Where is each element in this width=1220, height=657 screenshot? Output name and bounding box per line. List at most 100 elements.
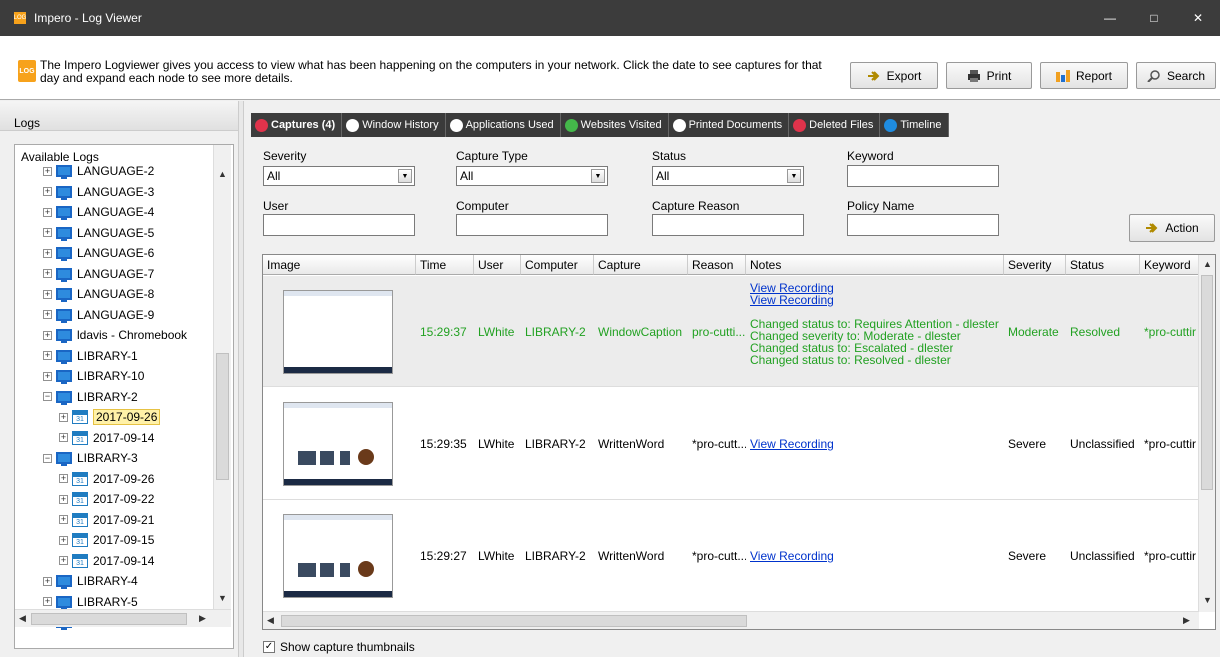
tree-item-computer[interactable]: + LANGUAGE-7: [43, 264, 154, 284]
expand-icon[interactable]: +: [43, 576, 52, 586]
expand-icon[interactable]: +: [59, 433, 68, 442]
tab-captures-4[interactable]: Captures (4): [251, 113, 343, 137]
column-header-user[interactable]: User: [474, 255, 521, 275]
scroll-down-arrow-icon[interactable]: ▼: [218, 593, 227, 603]
tree-item-computer[interactable]: + LANGUAGE-9: [43, 305, 154, 325]
expand-icon[interactable]: +: [59, 474, 68, 483]
export-button[interactable]: Export: [850, 62, 938, 89]
tree-item-computer[interactable]: + LANGUAGE-2: [43, 161, 154, 181]
tab-websites-visited[interactable]: Websites Visited: [560, 113, 669, 137]
minimize-button[interactable]: —: [1088, 0, 1132, 36]
column-header-severity[interactable]: Severity: [1004, 255, 1066, 275]
grid-hscroll-thumb[interactable]: [281, 615, 747, 627]
scroll-up-arrow-icon[interactable]: ▲: [1203, 259, 1212, 269]
grid-scroll-thumb[interactable]: [1201, 275, 1213, 490]
maximize-button[interactable]: □: [1132, 0, 1176, 36]
view-recording-link[interactable]: View Recording: [750, 437, 834, 451]
expand-icon[interactable]: +: [43, 351, 52, 360]
tree-item-date[interactable]: +31 2017-09-26: [59, 407, 161, 427]
tree-item-computer[interactable]: + LANGUAGE-8: [43, 284, 154, 304]
computer-input[interactable]: [456, 214, 608, 236]
expand-icon[interactable]: +: [43, 248, 52, 258]
scroll-right-arrow-icon[interactable]: ▶: [1183, 615, 1190, 626]
expand-icon[interactable]: +: [43, 228, 52, 237]
column-header-image[interactable]: Image: [263, 255, 416, 275]
column-header-capture[interactable]: Capture: [594, 255, 688, 275]
search-button[interactable]: Search: [1136, 62, 1216, 89]
capture-thumbnail[interactable]: [283, 514, 393, 598]
capture-thumbnail[interactable]: [283, 290, 393, 374]
table-row[interactable]: 15:29:27 LWhite LIBRARY-2 WrittenWord *pro-c…: [263, 500, 1199, 612]
tree-item-computer[interactable]: + LANGUAGE-6: [43, 243, 154, 263]
tree-scroll-thumb[interactable]: [216, 353, 229, 480]
report-button[interactable]: Report: [1040, 62, 1128, 89]
expand-icon[interactable]: +: [59, 515, 68, 524]
expand-icon[interactable]: +: [43, 371, 52, 381]
expand-icon[interactable]: +: [43, 597, 52, 606]
column-header-notes[interactable]: Notes: [746, 255, 1004, 275]
tree-hscroll-thumb[interactable]: [31, 613, 187, 625]
chevron-down-icon[interactable]: ▼: [398, 169, 412, 183]
column-header-reason[interactable]: Reason: [688, 255, 746, 275]
tab-applications-used[interactable]: Applications Used: [445, 113, 561, 137]
collapse-icon[interactable]: −: [43, 392, 52, 401]
collapse-icon[interactable]: −: [43, 453, 52, 463]
tree-item-computer[interactable]: + LANGUAGE-5: [43, 223, 154, 243]
action-button[interactable]: Action: [1129, 214, 1215, 242]
tree-item-date[interactable]: +31 2017-09-21: [59, 510, 154, 530]
tree-item-computer[interactable]: − LIBRARY-2: [43, 387, 138, 407]
tab-timeline[interactable]: Timeline: [880, 113, 949, 137]
chevron-down-icon[interactable]: ▼: [787, 169, 801, 183]
expand-icon[interactable]: +: [59, 535, 68, 545]
severity-select[interactable]: All ▼: [263, 166, 415, 186]
policy-name-input[interactable]: [847, 214, 999, 236]
scroll-right-arrow-icon[interactable]: ▶: [199, 613, 206, 624]
tree-item-computer[interactable]: + LIBRARY-10: [43, 366, 144, 386]
expand-icon[interactable]: +: [59, 412, 68, 422]
grid-horizontal-scrollbar[interactable]: ◀ ▶: [263, 611, 1199, 629]
tab-printed-documents[interactable]: Printed Documents: [668, 113, 790, 137]
tree-item-date[interactable]: +31 2017-09-14: [59, 551, 154, 571]
scroll-left-arrow-icon[interactable]: ◀: [19, 613, 26, 624]
chevron-down-icon[interactable]: ▼: [591, 169, 605, 183]
tree-vertical-scrollbar[interactable]: ▲ ▼: [213, 145, 231, 609]
show-thumbnails-checkbox[interactable]: ✓: [263, 641, 275, 653]
scroll-up-arrow-icon[interactable]: ▲: [218, 169, 227, 179]
view-recording-link[interactable]: View Recording: [750, 293, 834, 307]
expand-icon[interactable]: +: [43, 269, 52, 278]
tab-window-history[interactable]: Window History: [342, 113, 446, 137]
grid-vertical-scrollbar[interactable]: ▲ ▼: [1198, 255, 1215, 612]
tree-item-date[interactable]: +31 2017-09-14: [59, 428, 154, 448]
show-thumbnails-toggle[interactable]: ✓ Show capture thumbnails: [263, 640, 415, 654]
expand-icon[interactable]: +: [43, 330, 52, 340]
tree-item-computer[interactable]: + LANGUAGE-4: [43, 202, 154, 222]
status-select[interactable]: All ▼: [652, 166, 804, 186]
expand-icon[interactable]: +: [59, 556, 68, 565]
tree-item-date[interactable]: +31 2017-09-26: [59, 469, 154, 489]
table-row[interactable]: 15:29:35 LWhite LIBRARY-2 WrittenWord *pro-c…: [263, 387, 1199, 500]
expand-icon[interactable]: +: [43, 166, 52, 176]
expand-icon[interactable]: +: [43, 207, 52, 217]
expand-icon[interactable]: +: [43, 289, 52, 299]
view-recording-link[interactable]: View Recording: [750, 549, 834, 563]
print-button[interactable]: Print: [946, 62, 1032, 89]
tree-item-computer[interactable]: + LIBRARY-4: [43, 571, 138, 591]
tree-item-computer[interactable]: + ldavis - Chromebook: [43, 325, 187, 345]
capture-thumbnail[interactable]: [283, 402, 393, 486]
tree-horizontal-scrollbar[interactable]: ◀ ▶: [15, 609, 231, 627]
expand-icon[interactable]: +: [43, 187, 52, 196]
column-header-status[interactable]: Status: [1066, 255, 1140, 275]
capture-reason-input[interactable]: [652, 214, 804, 236]
scroll-down-arrow-icon[interactable]: ▼: [1203, 595, 1212, 605]
capture-type-select[interactable]: All ▼: [456, 166, 608, 186]
tree-item-computer[interactable]: + LANGUAGE-3: [43, 182, 154, 202]
expand-icon[interactable]: +: [43, 310, 52, 319]
keyword-input[interactable]: [847, 165, 999, 187]
tree-item-computer[interactable]: + LIBRARY-1: [43, 346, 138, 366]
column-header-keyword[interactable]: Keyword: [1140, 255, 1199, 275]
column-header-time[interactable]: Time: [416, 255, 474, 275]
expand-icon[interactable]: +: [59, 494, 68, 504]
tab-deleted-files[interactable]: Deleted Files: [789, 113, 881, 137]
scroll-left-arrow-icon[interactable]: ◀: [267, 615, 274, 626]
tree-item-computer[interactable]: − LIBRARY-3: [43, 448, 138, 468]
